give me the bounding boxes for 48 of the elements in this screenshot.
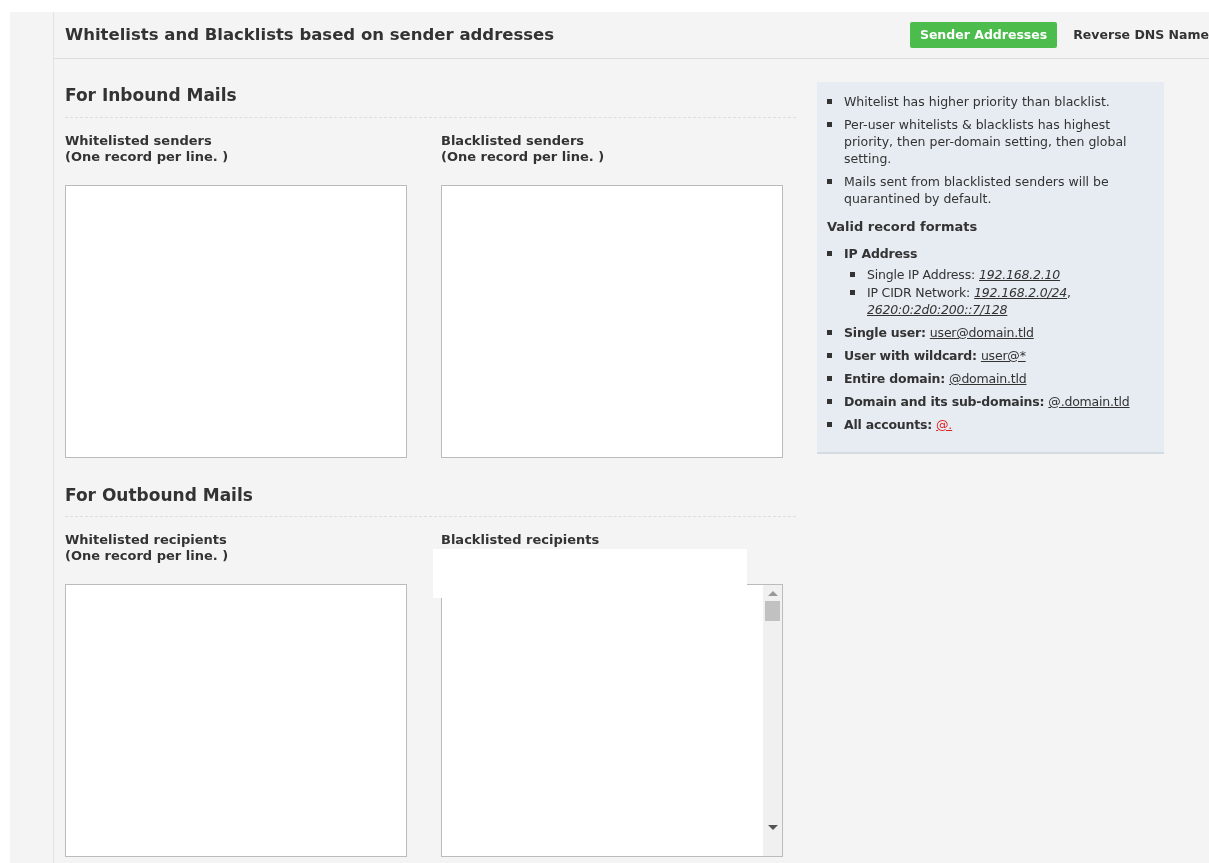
field-hint: (One record per line. )	[65, 148, 229, 165]
bullet-icon	[827, 330, 832, 335]
field-hint: (One record per line. )	[65, 548, 229, 564]
tab[interactable]: Reverse DNS Name	[1063, 22, 1209, 48]
field-label: Whitelisted senders	[65, 132, 212, 149]
page-title: Whitelists and Blacklists based on sender addresses	[65, 23, 555, 46]
bullet-icon	[827, 353, 832, 358]
field-label: Whitelisted recipients	[65, 532, 227, 548]
example-link[interactable]: 192.168.2.0/24	[974, 284, 1067, 301]
bullet-icon	[827, 251, 832, 256]
example-link[interactable]: user@*	[980, 347, 1026, 364]
format-label: All accounts:	[844, 416, 933, 433]
format-label: IP CIDR Network:	[867, 284, 971, 301]
bullet-icon	[827, 399, 832, 404]
format-label: Domain and its sub-domains:	[844, 393, 1045, 410]
info-note: Per-user whitelists & blacklists has highest priority, then per-domain setting, then global setting.	[844, 116, 1128, 167]
bullet-icon	[827, 122, 832, 127]
section-title: For Outbound Mails	[65, 482, 796, 517]
scrollbar[interactable]	[763, 585, 782, 856]
section-title: For Inbound Mails	[65, 83, 796, 118]
bullet-icon	[827, 179, 832, 184]
bullet-icon	[827, 376, 832, 381]
example-link[interactable]: @.	[936, 416, 953, 433]
comma-separator: ,	[1067, 284, 1071, 301]
records-textarea[interactable]	[65, 584, 407, 857]
bullet-icon	[827, 99, 832, 104]
format-label: User with wildcard:	[844, 347, 977, 364]
formats-heading: Valid record formats	[827, 218, 979, 235]
example-link[interactable]: 2620:0:2d0:200::7/128	[867, 301, 1008, 318]
records-textarea[interactable]	[441, 584, 783, 857]
field-hint: (One record per line. )	[441, 148, 605, 165]
records-textarea[interactable]	[441, 184, 783, 458]
field-label: Blacklisted senders	[441, 132, 585, 149]
format-label: Entire domain:	[844, 370, 946, 387]
example-link[interactable]: @.domain.tld	[1048, 393, 1130, 410]
format-label: Single IP Address:	[867, 266, 975, 283]
bullet-icon	[827, 422, 832, 427]
bullet-icon	[850, 290, 855, 295]
example-link[interactable]: 192.168.2.10	[979, 266, 1061, 283]
records-textarea[interactable]	[65, 184, 407, 458]
format-label: Single user:	[844, 324, 926, 341]
bullet-icon	[850, 272, 855, 277]
field-label: Blacklisted recipients	[441, 532, 600, 548]
example-link[interactable]: @domain.tld	[949, 370, 1027, 387]
info-note: Mails sent from blacklisted senders will be quarantined by default.	[844, 173, 1110, 207]
example-link[interactable]: user@domain.tld	[929, 324, 1034, 341]
info-note: Whitelist has higher priority than blacklist.	[844, 93, 1110, 110]
format-label: IP Address	[844, 245, 918, 262]
